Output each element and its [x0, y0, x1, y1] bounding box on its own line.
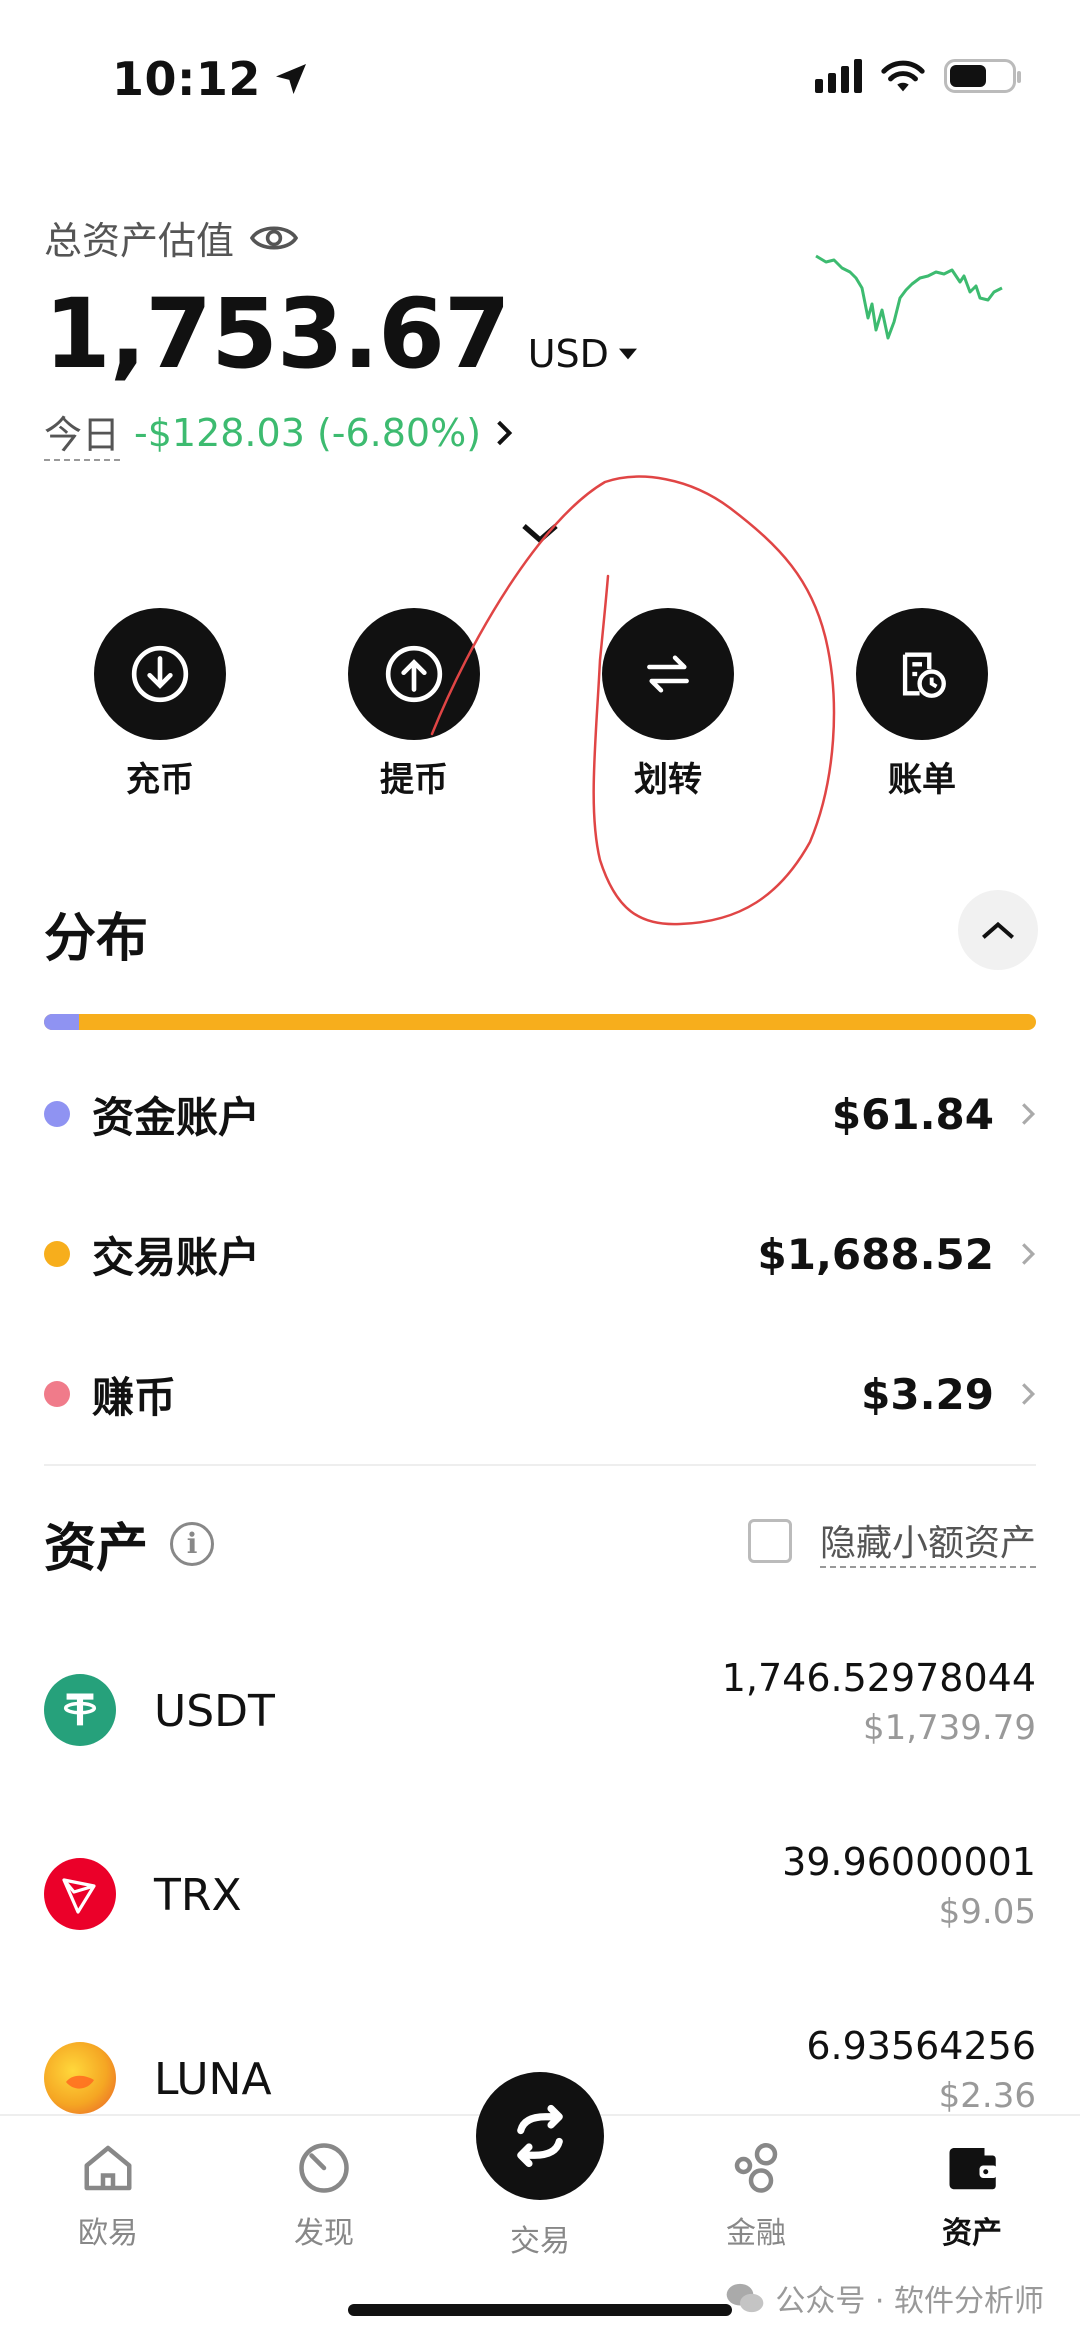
- nav-item-discover[interactable]: 发现: [244, 2138, 404, 2252]
- total-assets-value: 1,753.67: [44, 278, 511, 390]
- total-assets-value-row: 1,753.67 USD: [44, 278, 637, 390]
- discover-icon: [299, 2143, 349, 2193]
- total-assets-label-row: 总资产估值: [44, 210, 299, 265]
- deposit-icon: [94, 608, 226, 740]
- asset-row-usdt[interactable]: USDT 1,746.52978044 $1,739.79: [44, 1656, 1036, 1784]
- status-time-text: 10:12: [112, 52, 261, 106]
- today-pnl-row[interactable]: 今日 -$128.03 (-6.80%): [44, 404, 513, 461]
- withdraw-icon: [348, 608, 480, 740]
- asset-symbol: USDT: [154, 1686, 275, 1737]
- trx-logo-icon: [44, 1858, 116, 1930]
- distribution-bar: [44, 1014, 1036, 1030]
- account-row-earn[interactable]: 赚币 $3.29: [44, 1354, 1036, 1434]
- asset-symbol: TRX: [154, 1870, 242, 1921]
- status-time: 10:12: [112, 52, 311, 106]
- chevron-right-icon: [1022, 1383, 1036, 1405]
- status-indicators: [815, 58, 1021, 94]
- luna-logo-icon: [44, 2042, 116, 2114]
- collapse-button[interactable]: [958, 890, 1038, 970]
- bill-button[interactable]: 账单: [822, 608, 1022, 801]
- account-name: 交易账户: [92, 1232, 261, 1282]
- bill-icon: [856, 608, 988, 740]
- nav-item-assets[interactable]: 资产: [892, 2138, 1052, 2252]
- nav-item-home[interactable]: 欧易: [28, 2138, 188, 2252]
- finance-icon: [734, 2143, 778, 2193]
- wifi-icon: [881, 60, 925, 92]
- nav-label-home: 欧易: [78, 2216, 138, 2251]
- nav-label-discover: 发现: [294, 2216, 354, 2251]
- account-row-funding[interactable]: 资金账户 $61.84: [44, 1074, 1036, 1154]
- account-name: 赚币: [92, 1372, 177, 1422]
- currency-selector[interactable]: USD: [528, 332, 637, 376]
- eye-icon[interactable]: [250, 222, 299, 254]
- info-icon[interactable]: i: [170, 1521, 215, 1566]
- asset-row-trx[interactable]: TRX 39.96000001 $9.05: [44, 1840, 1036, 1968]
- caret-down-icon: [618, 348, 637, 360]
- distribution-bar-fund-segment: [44, 1014, 79, 1030]
- bill-label: 账单: [888, 760, 956, 800]
- hide-small-assets-toggle[interactable]: 隐藏小额资产: [747, 1514, 1036, 1568]
- account-row-trading[interactable]: 交易账户 $1,688.52: [44, 1214, 1036, 1294]
- account-color-dot: [44, 1241, 70, 1267]
- nav-item-finance[interactable]: 金融: [676, 2138, 836, 2252]
- watermark-text: 公众号 · 软件分析师: [775, 2284, 1044, 2319]
- home-icon: [84, 2145, 132, 2191]
- location-arrow-icon: [275, 64, 306, 94]
- asset-usd-value: $9.05: [938, 1892, 1036, 1932]
- asset-quantity: 1,746.52978044: [721, 1656, 1036, 1700]
- asset-quantity: 39.96000001: [782, 1840, 1036, 1884]
- today-label: 今日: [44, 404, 121, 461]
- account-amount: $1,688.52: [757, 1229, 994, 1279]
- total-assets-label: 总资产估值: [44, 219, 235, 263]
- hide-small-label: 隐藏小额资产: [819, 1514, 1036, 1568]
- watermark: 公众号 · 软件分析师: [725, 2276, 1044, 2320]
- assets-title: 资产: [44, 1519, 149, 1579]
- account-amount: $3.29: [861, 1369, 994, 1419]
- chevron-right-icon: [1022, 1243, 1036, 1265]
- home-indicator[interactable]: [348, 2304, 732, 2316]
- distribution-title: 分布: [44, 909, 149, 969]
- nav-item-trade[interactable]: [476, 2072, 604, 2200]
- chevron-right-icon: [497, 420, 513, 445]
- red-circle-annotation: [430, 475, 836, 926]
- account-amount: $61.84: [831, 1089, 994, 1139]
- transfer-icon: [602, 608, 734, 740]
- cellular-signal-icon: [815, 59, 862, 93]
- asset-usd-value: $2.36: [938, 2076, 1036, 2116]
- currency-label: USD: [527, 332, 609, 376]
- account-color-dot: [44, 1101, 70, 1127]
- chevron-right-icon: [1022, 1103, 1036, 1125]
- hide-small-checkbox[interactable]: [747, 1519, 792, 1563]
- nav-label-trade: 交易: [510, 2224, 570, 2259]
- asset-usd-value: $1,739.79: [862, 1708, 1036, 1748]
- transfer-label: 划转: [634, 760, 702, 800]
- wallet-icon: [949, 2148, 997, 2190]
- expand-chevron-icon[interactable]: [520, 522, 560, 546]
- transfer-button[interactable]: 划转: [568, 608, 768, 801]
- deposit-button[interactable]: 充币: [60, 608, 260, 801]
- assets-title-row: 资产 i: [44, 1506, 215, 1581]
- account-name: 资金账户: [92, 1092, 261, 1142]
- asset-symbol: LUNA: [154, 2054, 272, 2105]
- deposit-label: 充币: [126, 760, 194, 800]
- chevron-up-icon: [982, 921, 1014, 939]
- battery-icon: [944, 59, 1021, 93]
- asset-trend-sparkline[interactable]: [812, 248, 1012, 358]
- nav-label-assets: 资产: [942, 2216, 1002, 2251]
- usdt-logo-icon: [44, 1674, 116, 1746]
- withdraw-label: 提币: [380, 760, 448, 800]
- trade-icon: [517, 2104, 563, 2168]
- section-divider: [44, 1464, 1036, 1466]
- asset-quantity: 6.93564256: [806, 2024, 1036, 2068]
- withdraw-button[interactable]: 提币: [314, 608, 514, 801]
- today-pnl: -$128.03 (-6.80%): [134, 410, 482, 455]
- account-color-dot: [44, 1381, 70, 1407]
- nav-label-finance: 金融: [726, 2216, 786, 2251]
